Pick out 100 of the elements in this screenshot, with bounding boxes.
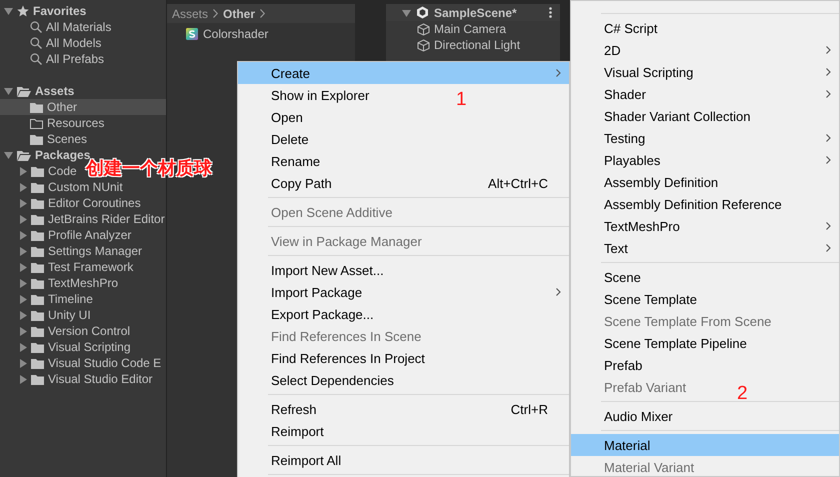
menu-item[interactable]: 2D: [604, 42, 621, 58]
tree-item-label[interactable]: JetBrains Rider Editor: [48, 212, 165, 226]
open-folder-icon: [17, 86, 31, 96]
chevron-right-icon: [213, 9, 218, 18]
folder-icon: [31, 374, 44, 384]
cube-icon: [417, 38, 430, 52]
menu-item-highlight[interactable]: Material: [571, 434, 839, 456]
menu-item-highlight[interactable]: Create: [238, 62, 569, 84]
tree-item-label[interactable]: Other: [47, 100, 78, 114]
chevron-right-icon: [826, 68, 831, 76]
folder-icon: [31, 294, 44, 304]
search-icon: [30, 53, 42, 65]
tree-item-label[interactable]: Timeline: [48, 292, 93, 306]
menu-item[interactable]: Testing: [604, 130, 646, 146]
tree-item-label[interactable]: Settings Manager: [48, 244, 142, 258]
game-object-label[interactable]: Directional Light: [434, 38, 520, 52]
folder-icon: [31, 166, 44, 176]
tree-item-label[interactable]: All Models: [46, 36, 102, 50]
open-folder-icon: [17, 150, 31, 160]
tree-item-highlight[interactable]: Other: [0, 99, 166, 115]
cube-icon: [417, 22, 430, 36]
tree-item-label[interactable]: Editor Coroutines: [48, 196, 141, 210]
menu-item[interactable]: Show in Explorer: [271, 88, 370, 102]
collapse-arrow-icon[interactable]: [4, 7, 13, 15]
tree-item-label[interactable]: Version Control: [48, 324, 130, 338]
section-label[interactable]: Packages: [35, 148, 90, 162]
breadcrumb-link[interactable]: Assets: [172, 6, 208, 20]
game-object-label[interactable]: Main Camera: [434, 22, 506, 36]
folder-icon: [31, 358, 44, 368]
search-icon: [30, 37, 42, 49]
folder-icon: [31, 246, 44, 256]
menu-item[interactable]: Copy Path: [271, 176, 332, 190]
folder-icon: [31, 342, 44, 352]
folder-icon: [31, 326, 44, 336]
folder-icon: [31, 182, 44, 192]
tree-item-label[interactable]: Custom NUnit: [48, 180, 123, 194]
chevron-right-icon: [826, 156, 831, 164]
tree-item-label[interactable]: Visual Scripting: [48, 340, 130, 354]
collapse-arrow-icon[interactable]: [4, 87, 13, 95]
tree-item-label[interactable]: Resources: [47, 116, 104, 130]
menu-item[interactable]: C# Script: [604, 20, 658, 36]
tree-item-label[interactable]: Visual Studio Code E: [48, 356, 162, 370]
folder-icon: [30, 102, 43, 112]
section-label[interactable]: Assets: [35, 84, 74, 98]
menu-item[interactable]: Audio Mixer: [604, 408, 673, 424]
breadcrumb-link[interactable]: Other: [223, 6, 256, 20]
menu-item[interactable]: Visual Scripting: [604, 64, 694, 80]
tree-item-label[interactable]: All Prefabs: [46, 52, 104, 66]
shader-icon: [186, 28, 198, 40]
tree-item-label[interactable]: All Materials: [46, 20, 112, 34]
folder-icon: [31, 230, 44, 240]
collapse-arrow-icon[interactable]: [4, 151, 13, 159]
menu-item[interactable]: Import New Asset...: [271, 262, 384, 278]
folder-icon: [31, 278, 44, 288]
menu-item[interactable]: Find References In Project: [271, 350, 425, 366]
menu-item[interactable]: Playables: [604, 152, 660, 168]
menu-item[interactable]: Reimport: [271, 424, 324, 438]
menu-item[interactable]: Prefab: [604, 358, 642, 372]
tree-item-label[interactable]: Unity UI: [48, 308, 91, 322]
tree-item-label[interactable]: Code: [48, 164, 77, 178]
menu-item[interactable]: Export Package...: [271, 306, 374, 322]
empty-folder-icon: [30, 118, 43, 128]
menu-item[interactable]: Create: [271, 66, 310, 80]
chevron-right-icon: [826, 222, 831, 230]
tree-item-label[interactable]: Scenes: [47, 132, 88, 146]
menu-item[interactable]: Reimport All: [271, 452, 342, 468]
section-label[interactable]: Favorites: [33, 4, 86, 18]
tree-item-label[interactable]: Test Framework: [48, 260, 134, 274]
chevron-right-icon: [826, 134, 831, 142]
folder-icon: [31, 198, 44, 208]
menu-item[interactable]: Shader: [604, 86, 646, 102]
menu-item[interactable]: Select Dependencies: [271, 372, 394, 388]
menu-item[interactable]: Text: [604, 240, 628, 256]
menu-item[interactable]: Scene Template: [604, 292, 697, 306]
menu-item[interactable]: Assembly Definition: [604, 174, 718, 190]
tree-item-label[interactable]: Visual Studio Editor: [48, 372, 153, 386]
folder-icon: [31, 262, 44, 272]
chevron-right-icon: [826, 244, 831, 252]
folder-icon: [30, 134, 43, 144]
menu-item[interactable]: Scene: [604, 270, 641, 284]
menu-item[interactable]: Shader Variant Collection: [604, 108, 750, 124]
tree-item-label[interactable]: Profile Analyzer: [48, 228, 132, 242]
shortcut-label: Ctrl+R: [510, 402, 548, 416]
annotation-note: 创建一个材质球: [86, 160, 212, 178]
menu-item[interactable]: Delete: [271, 132, 309, 146]
menu-item[interactable]: Material: [604, 438, 650, 452]
menu-item[interactable]: TextMeshPro: [604, 218, 680, 234]
menu-item[interactable]: Refresh: [271, 402, 317, 416]
menu-item[interactable]: Assembly Definition Reference: [604, 196, 782, 212]
menu-item[interactable]: Rename: [271, 154, 320, 168]
menu-item[interactable]: Import Package: [271, 284, 362, 300]
asset-label[interactable]: Colorshader: [203, 27, 268, 41]
step-number: 2: [737, 384, 748, 403]
collapse-arrow-icon[interactable]: [402, 8, 411, 16]
shortcut-label: Alt+Ctrl+C: [488, 176, 548, 190]
menu-item[interactable]: Scene Template Pipeline: [604, 336, 747, 350]
more-options-icon[interactable]: [549, 7, 552, 18]
tree-item-label[interactable]: TextMeshPro: [48, 276, 118, 290]
folder-icon: [31, 214, 44, 224]
menu-item[interactable]: Open: [271, 110, 303, 124]
